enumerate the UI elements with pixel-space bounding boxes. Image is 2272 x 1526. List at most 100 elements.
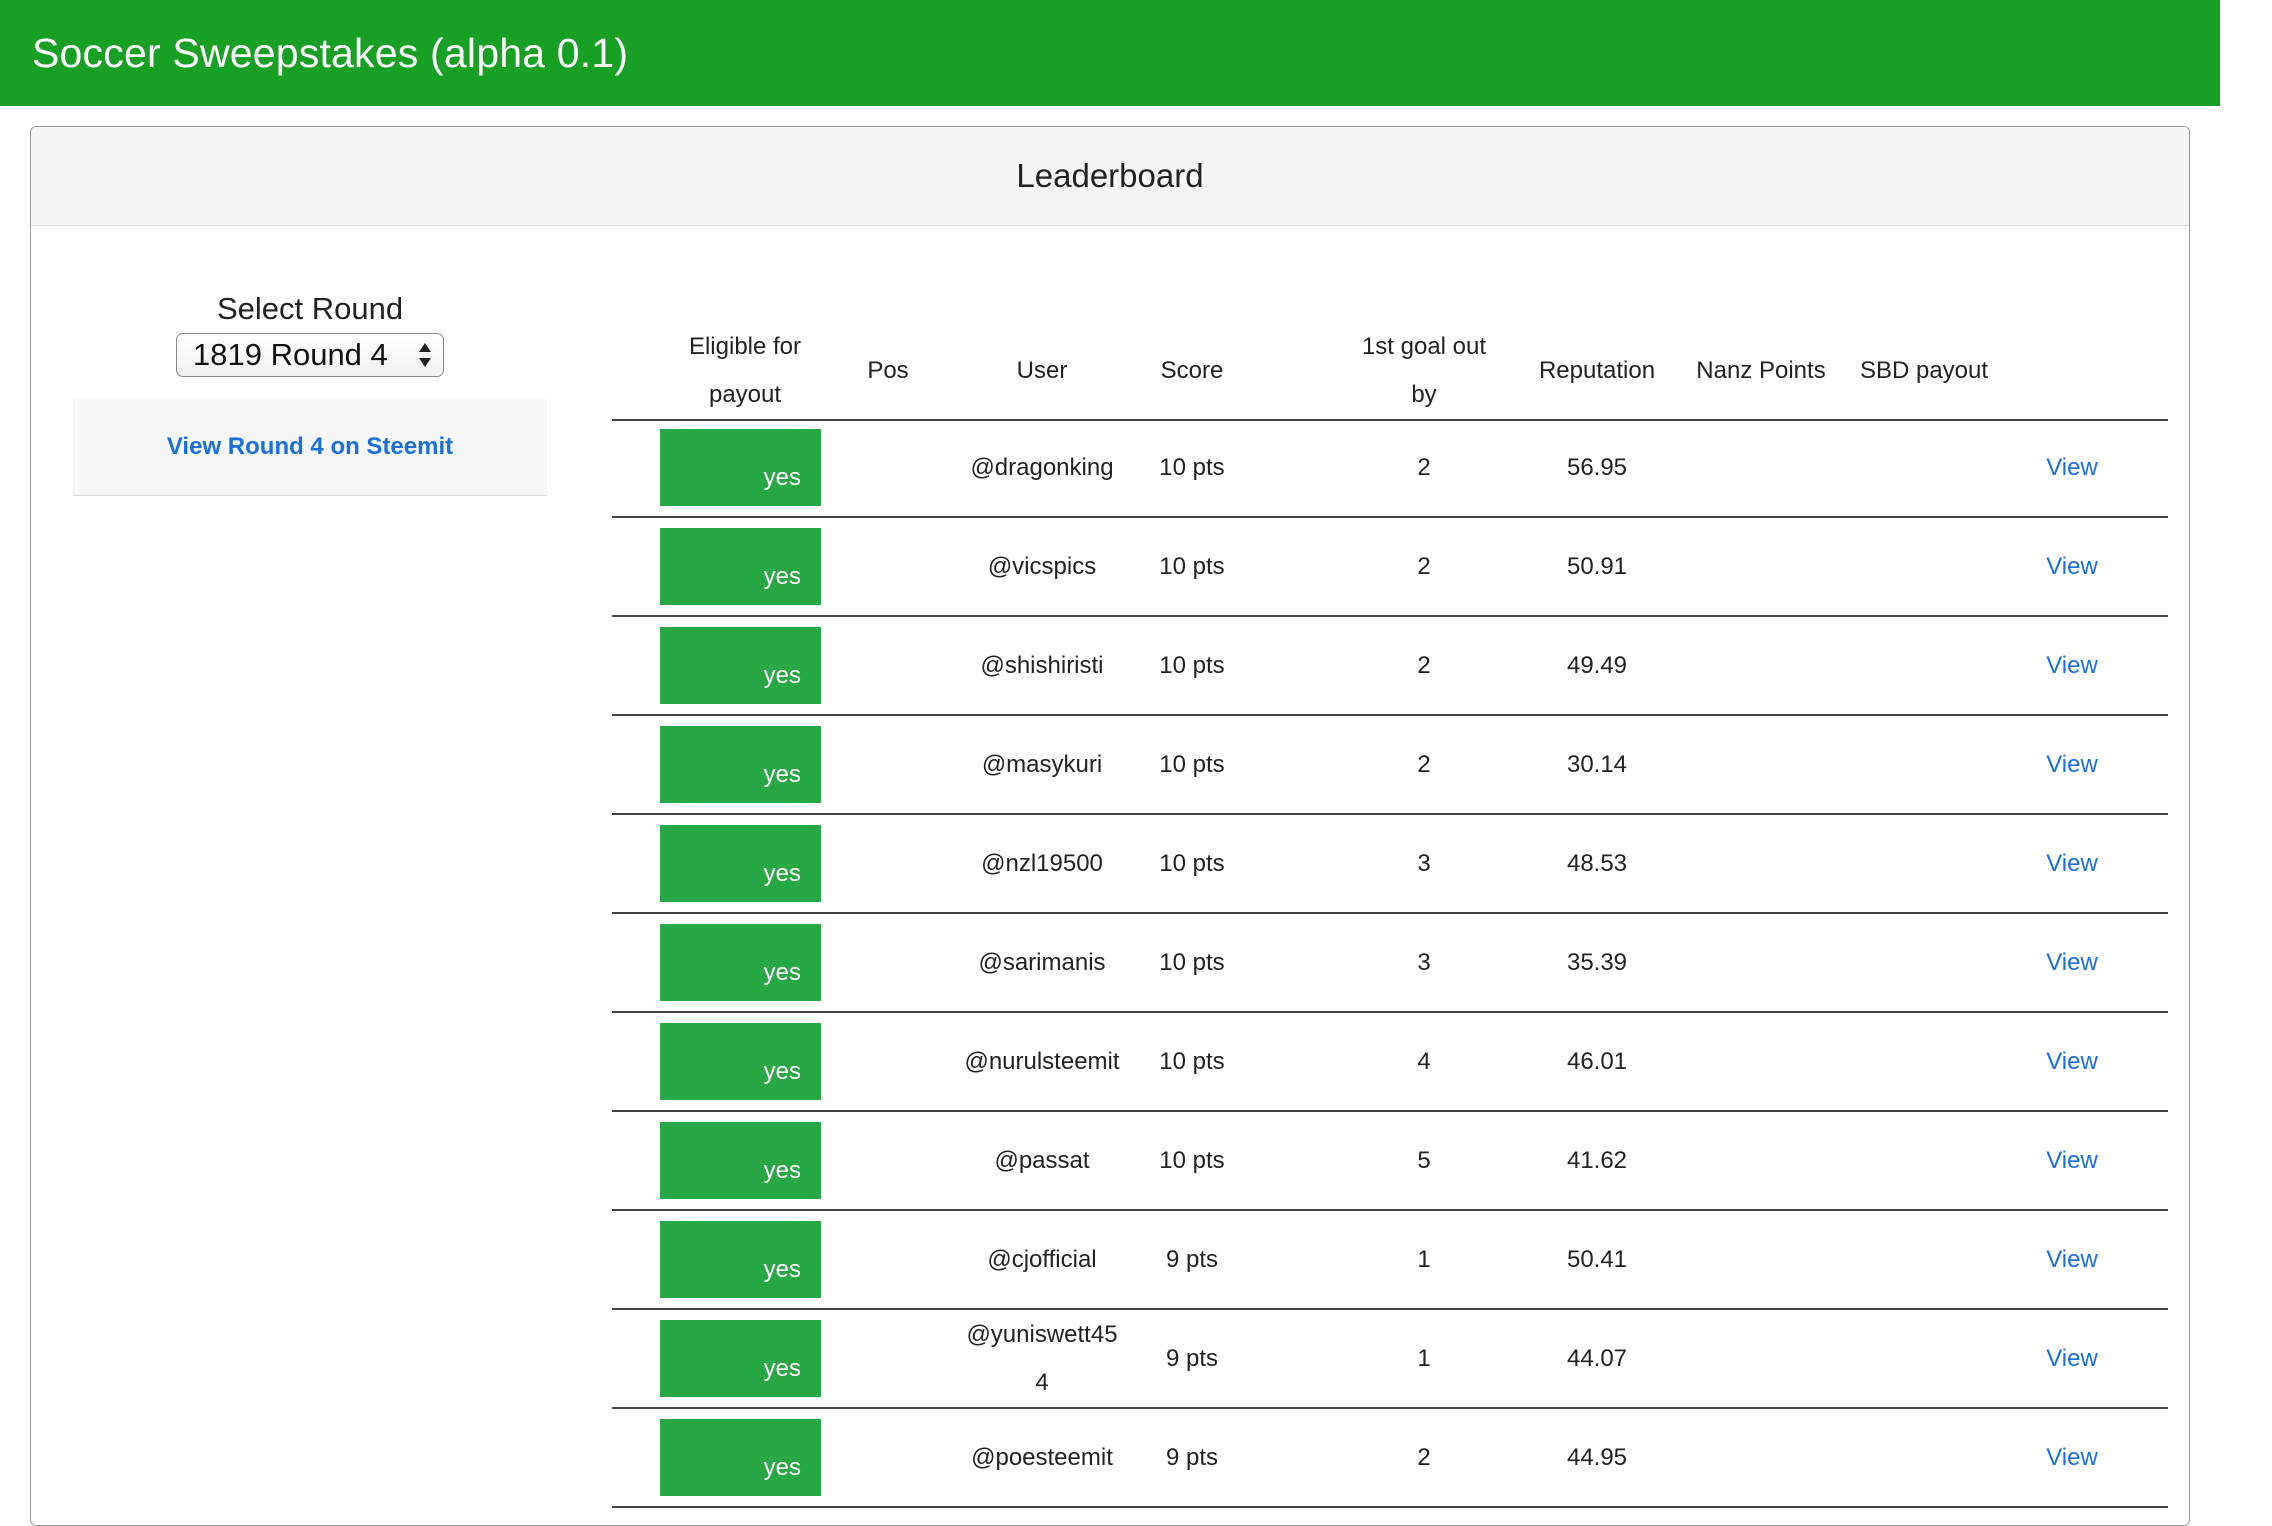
view-cell: View (2012, 815, 2132, 912)
nanz-points-cell (1679, 914, 1843, 1011)
score-cell: 10 pts (1159, 453, 1225, 481)
view-link[interactable]: View (2046, 1038, 2098, 1086)
first-goal-cell: 2 (1417, 1443, 1431, 1471)
first-goal-cell: 2 (1417, 552, 1431, 580)
view-link[interactable]: View (2046, 1434, 2098, 1482)
pos-cell (838, 815, 938, 912)
user-name: @nurulsteemit (964, 1047, 1120, 1075)
user-name: @dragonking (970, 453, 1114, 481)
score-cell: 10 pts (1159, 750, 1225, 778)
reputation-cell: 46.01 (1566, 1047, 1628, 1075)
user-name: @cjofficial (987, 1245, 1097, 1273)
first-goal-cell: 2 (1417, 453, 1431, 481)
view-link[interactable]: View (2046, 642, 2098, 690)
eligible-badge: yes (660, 1320, 821, 1397)
view-link[interactable]: View (2046, 444, 2098, 492)
view-link[interactable]: View (2046, 840, 2098, 888)
user-cell: @dragonking (950, 419, 1134, 516)
score-cell: 10 pts (1159, 948, 1225, 976)
user-cell: @poesteemit (950, 1409, 1134, 1506)
sbd-payout-cell (1849, 1310, 1999, 1407)
sbd-payout-cell (1849, 1112, 1999, 1209)
user-cell: @passat (950, 1112, 1134, 1209)
reputation-cell: 41.62 (1566, 1146, 1628, 1174)
score-cell: 10 pts (1159, 1047, 1225, 1075)
view-link[interactable]: View (2046, 1335, 2098, 1383)
eligible-badge: yes (660, 825, 821, 902)
nanz-points-cell (1679, 1112, 1843, 1209)
nanz-points-cell (1679, 1211, 1843, 1308)
header-score: Score (1160, 357, 1224, 384)
header-sbd-payout: SBD payout (1859, 357, 1989, 384)
sbd-payout-cell (1849, 617, 1999, 714)
reputation-cell: 50.91 (1566, 552, 1628, 580)
first-goal-cell: 2 (1417, 750, 1431, 778)
view-cell: View (2012, 716, 2132, 813)
first-goal-cell: 2 (1417, 651, 1431, 679)
reputation-cell: 30.14 (1566, 750, 1628, 778)
reputation-cell: 44.95 (1566, 1443, 1628, 1471)
table-row: yes @masykuri 10 pts 2 30.14 View (612, 716, 2168, 815)
table-row: yes @vicspics 10 pts 2 50.91 View (612, 518, 2168, 617)
header-nanz-points: Nanz Points (1696, 357, 1826, 384)
score-cell: 10 pts (1159, 651, 1225, 679)
score-cell: 9 pts (1165, 1344, 1219, 1372)
sbd-payout-cell (1849, 419, 1999, 516)
eligible-badge: yes (660, 1023, 821, 1100)
score-cell: 10 pts (1159, 1146, 1225, 1174)
pos-cell (838, 1409, 938, 1506)
table-row: yes @passat 10 pts 5 41.62 View (612, 1112, 2168, 1211)
user-name: @masykuri (981, 750, 1103, 778)
reputation-cell: 49.49 (1566, 651, 1628, 679)
sbd-payout-cell (1849, 1409, 1999, 1506)
first-goal-cell: 3 (1417, 948, 1431, 976)
eligible-badge: yes (660, 1221, 821, 1298)
view-link[interactable]: View (2046, 543, 2098, 591)
table-row: yes @dragonking 10 pts 2 56.95 View (612, 419, 2168, 518)
reputation-cell: 44.07 (1566, 1344, 1628, 1372)
first-goal-cell: 3 (1417, 849, 1431, 877)
pos-cell (838, 716, 938, 813)
select-arrows-icon (419, 343, 431, 367)
view-cell: View (2012, 518, 2132, 615)
app-title[interactable]: Soccer Sweepstakes (alpha 0.1) (32, 30, 628, 77)
pos-cell (838, 518, 938, 615)
leaderboard-title: Leaderboard (31, 127, 2189, 226)
view-link[interactable]: View (2046, 1137, 2098, 1185)
view-cell: View (2012, 1409, 2132, 1506)
score-cell: 9 pts (1165, 1245, 1219, 1273)
table-row: yes @yuniswett454 9 pts 1 44.07 View (612, 1310, 2168, 1409)
view-link[interactable]: View (2046, 939, 2098, 987)
top-navbar: Soccer Sweepstakes (alpha 0.1) (0, 0, 2220, 106)
nanz-points-cell (1679, 419, 1843, 516)
table-row: yes @shishiristi 10 pts 2 49.49 View (612, 617, 2168, 716)
table-row: yes @poesteemit 9 pts 2 44.95 View (612, 1409, 2168, 1508)
user-cell: @nzl19500 (950, 815, 1134, 912)
select-round-label: Select Round (216, 291, 404, 326)
round-select[interactable]: 1819 Round 4 (176, 333, 444, 377)
header-first-goal: 1st goal out by (1361, 333, 1487, 408)
eligible-badge: yes (660, 627, 821, 704)
header-reputation: Reputation (1538, 357, 1656, 384)
view-link[interactable]: View (2046, 1236, 2098, 1284)
sbd-payout-cell (1849, 1211, 1999, 1308)
table-row: yes @sarimanis 10 pts 3 35.39 View (612, 914, 2168, 1013)
header-eligible: Eligible for payout (688, 333, 802, 408)
pos-cell (838, 914, 938, 1011)
round-select-wrap: 1819 Round 4 (73, 333, 547, 377)
view-link[interactable]: View (2046, 741, 2098, 789)
nanz-points-cell (1679, 1310, 1843, 1407)
pos-cell (838, 419, 938, 516)
eligible-badge: yes (660, 1419, 821, 1496)
view-cell: View (2012, 914, 2132, 1011)
reputation-cell: 56.95 (1566, 453, 1628, 481)
reputation-cell: 35.39 (1566, 948, 1628, 976)
header-user: User (1016, 357, 1068, 384)
sbd-payout-cell (1849, 716, 1999, 813)
nanz-points-cell (1679, 617, 1843, 714)
user-name: @vicspics (987, 552, 1097, 580)
view-cell: View (2012, 1013, 2132, 1110)
view-round-on-steemit-link[interactable]: View Round 4 on Steemit (167, 433, 453, 461)
table-header: Eligible for payout Pos User Score 1st g… (612, 323, 2168, 421)
first-goal-cell: 1 (1417, 1344, 1431, 1372)
